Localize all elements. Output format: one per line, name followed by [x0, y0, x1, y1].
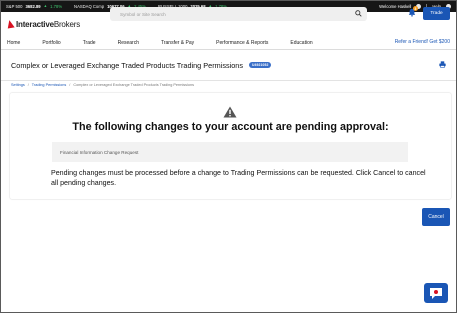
page-title: Complex or Leveraged Exchange Traded Pro… [11, 60, 243, 70]
up-arrow-icon: ▲ [43, 4, 48, 8]
app-window: S&P 500 3682.89 ▲ 1.78% NASDAQ Comp 1067… [0, 0, 457, 313]
cancel-button[interactable]: Cancel [422, 208, 450, 226]
ticker-name: S&P 500 [6, 4, 23, 9]
refer-friend-link[interactable]: Refer a Friend! Get $200 [395, 39, 450, 45]
ticker-item[interactable]: S&P 500 3682.89 ▲ 1.78% [6, 4, 62, 9]
pending-changes-note: Pending changes must be processed before… [51, 169, 426, 187]
notification-count-badge: 3 [413, 6, 418, 11]
nav-item-trade[interactable]: Trade [83, 40, 96, 46]
nav-item-transfer-pay[interactable]: Transfer & Pay [161, 40, 194, 46]
nav-item-performance-reports[interactable]: Performance & Reports [216, 40, 268, 46]
chat-button[interactable] [424, 283, 448, 303]
account-badge: U4921052 [249, 62, 272, 68]
welcome-text: Welcome Haskell [379, 4, 412, 9]
ticker-name: NASDAQ Comp [74, 4, 105, 9]
main-nav: Home Portfolio Trade Research Transfer &… [1, 36, 456, 49]
breadcrumb-separator: / [27, 83, 29, 87]
logo-text: InteractiveBrokers [16, 19, 80, 29]
search-icon[interactable] [355, 10, 362, 17]
breadcrumb-separator: / [69, 83, 71, 87]
breadcrumb: Settings / Trading Permissions / Complex… [11, 83, 194, 87]
pending-changes-card: The following changes to your account ar… [10, 93, 451, 199]
nav-item-home[interactable]: Home [7, 40, 20, 46]
nav-item-education[interactable]: Education [290, 40, 312, 46]
breadcrumb-item-settings[interactable]: Settings [11, 83, 25, 87]
chat-icon [430, 287, 442, 299]
logo[interactable]: InteractiveBrokers [6, 19, 97, 29]
breadcrumb-item-current: Complex or Leveraged Exchange Traded Pro… [73, 83, 195, 87]
search-placeholder: Symbol or Site Search [120, 11, 166, 17]
search-input[interactable]: Symbol or Site Search [110, 7, 367, 21]
page-title-bar: Complex or Leveraged Exchange Traded Pro… [1, 50, 456, 80]
pending-change-item: Financial Information Change Request [52, 142, 408, 162]
trade-button[interactable]: Trade [423, 7, 450, 20]
pending-approval-heading: The following changes to your account ar… [72, 121, 389, 133]
ticker-change: 1.78% [50, 4, 63, 9]
pending-change-label: Financial Information Change Request [60, 149, 139, 155]
warning-icon [223, 106, 237, 118]
logo-mark-icon [6, 19, 15, 29]
ticker-value: 3682.89 [25, 4, 41, 9]
print-icon[interactable] [439, 61, 446, 68]
nav-item-portfolio[interactable]: Portfolio [42, 40, 60, 46]
nav-item-research[interactable]: Research [118, 40, 139, 46]
divider [1, 80, 456, 81]
breadcrumb-item-trading-permissions[interactable]: Trading Permissions [32, 83, 66, 87]
